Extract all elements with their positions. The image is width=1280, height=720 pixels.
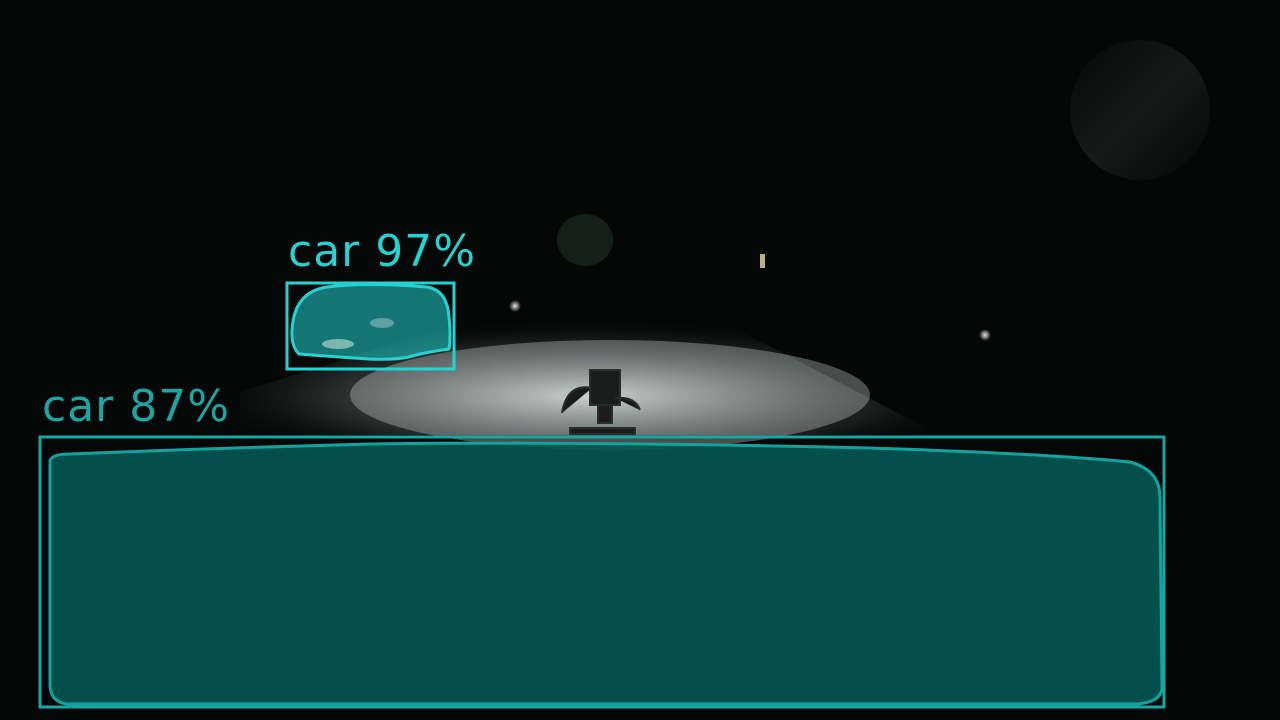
car-taillight-blur bbox=[370, 318, 394, 328]
confidence-score: 87% bbox=[129, 381, 231, 432]
motion-blur-smear bbox=[1070, 40, 1210, 180]
detection-label-far: car 97% bbox=[288, 230, 476, 274]
confidence-score: 97% bbox=[375, 226, 477, 277]
detection-label-hood: car 87% bbox=[42, 385, 230, 429]
distant-window-light bbox=[760, 254, 765, 268]
car-taillight-blur bbox=[322, 339, 354, 349]
segmentation-mask-hood bbox=[48, 441, 1164, 706]
tree-silhouette bbox=[557, 214, 613, 266]
night-road-scene bbox=[0, 0, 1280, 720]
distant-light bbox=[979, 329, 991, 341]
distant-light bbox=[509, 300, 521, 312]
detection-car-hood bbox=[38, 435, 1166, 709]
class-name: car bbox=[42, 381, 115, 432]
class-name: car bbox=[288, 226, 361, 277]
